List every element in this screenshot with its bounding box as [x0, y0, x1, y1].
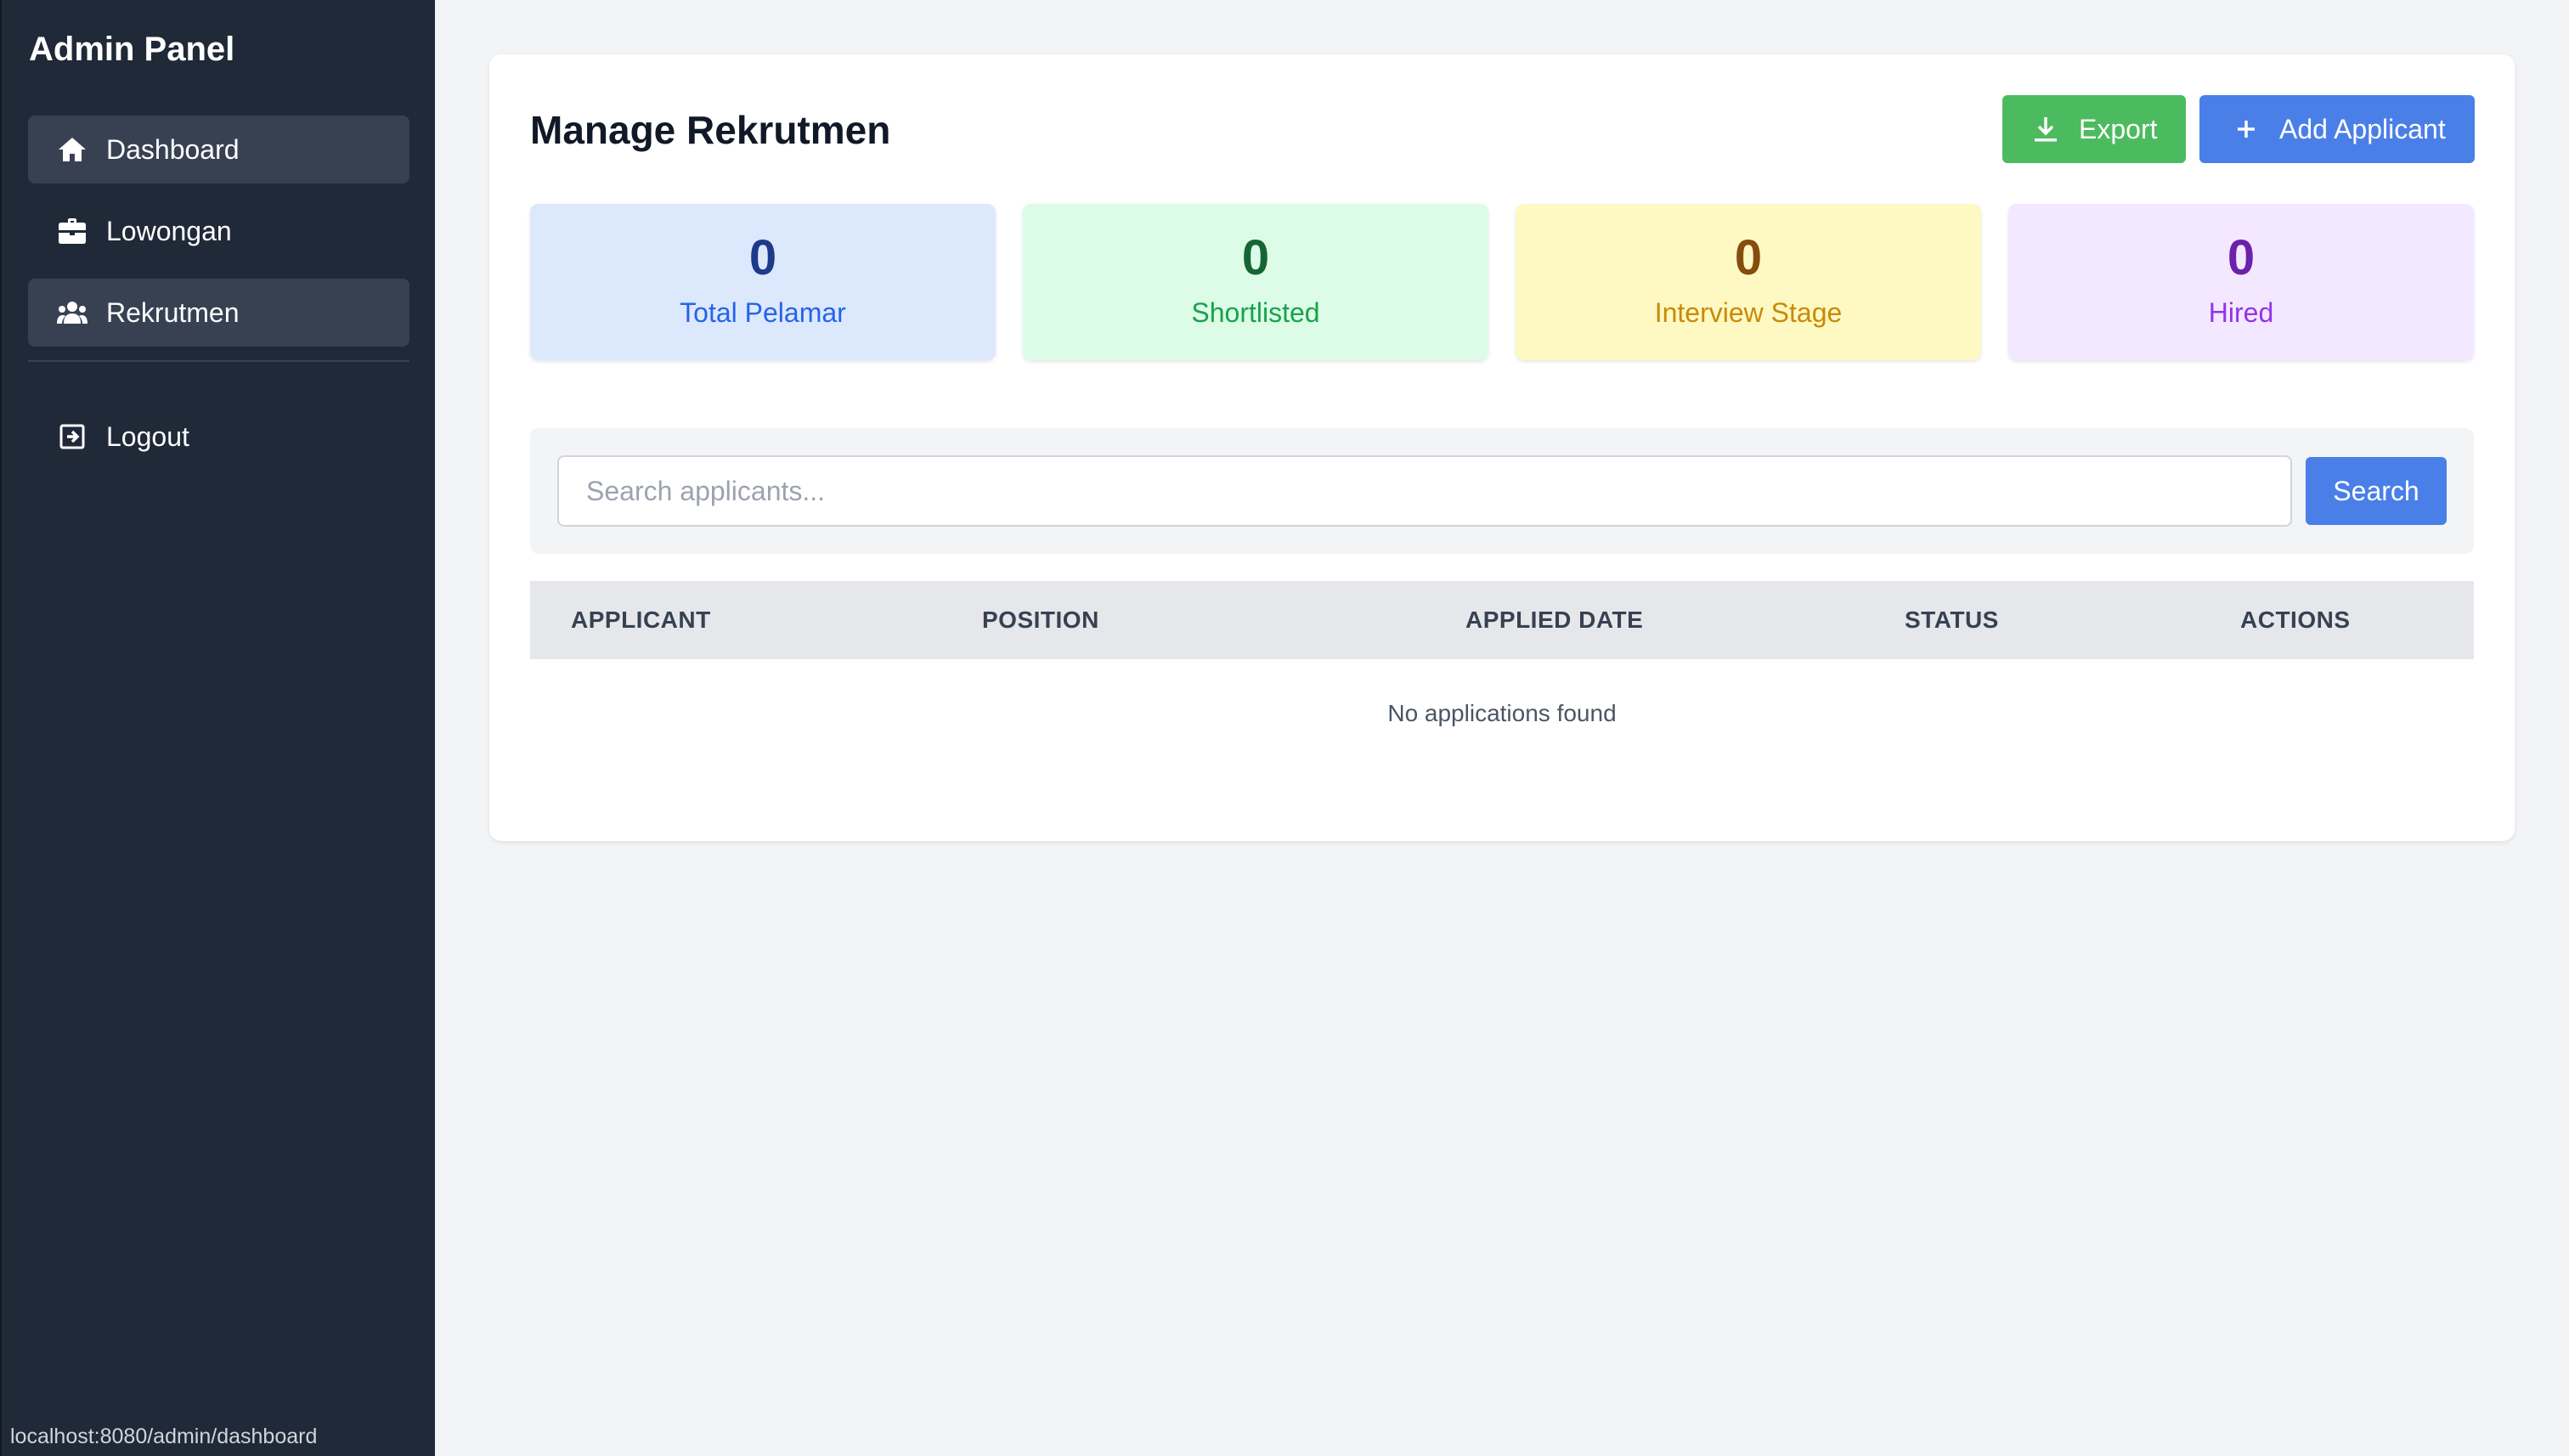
sidebar-divider [28, 360, 409, 362]
plus-icon [2233, 116, 2259, 142]
search-panel: Search [530, 428, 2474, 554]
stat-label: Hired [2208, 297, 2274, 328]
sidebar-item-label: Lowongan [106, 215, 232, 246]
add-applicant-label: Add Applicant [2279, 113, 2446, 144]
sidebar-item-label: Logout [106, 420, 189, 452]
search-input[interactable] [557, 455, 2292, 527]
stat-value: 0 [1241, 230, 1270, 285]
sidebar-title: Admin Panel [29, 31, 235, 68]
page-title: Manage Rekrutmen [530, 108, 891, 152]
sidebar-item-logout[interactable]: Logout [28, 403, 409, 471]
briefcase-icon [57, 216, 88, 246]
sidebar-item-rekrutmen[interactable]: Rekrutmen [28, 279, 409, 347]
stat-value: 0 [2227, 230, 2256, 285]
stat-card-interview-stage: 0 Interview Stage [1516, 204, 1981, 360]
sidebar-item-label: Dashboard [106, 133, 240, 165]
stat-label: Shortlisted [1191, 297, 1320, 328]
column-header-status: STATUS [1905, 607, 1999, 633]
stat-value: 0 [1734, 230, 1763, 285]
sidebar-item-lowongan[interactable]: Lowongan [28, 197, 409, 265]
stat-label: Total Pelamar [680, 297, 846, 328]
export-label: Export [2079, 113, 2158, 144]
column-header-applied-date: APPLIED DATE [1465, 607, 1644, 633]
add-applicant-button[interactable]: Add Applicant [2199, 95, 2475, 163]
stat-card-shortlisted: 0 Shortlisted [1023, 204, 1488, 360]
stat-card-total-pelamar: 0 Total Pelamar [530, 204, 996, 360]
stat-label: Interview Stage [1654, 297, 1843, 328]
main-card: Manage Rekrutmen Export Add Applicant 0 … [489, 54, 2515, 841]
empty-table-message: No applications found [1387, 700, 1617, 726]
search-button[interactable]: Search [2306, 457, 2447, 525]
sidebar: Admin Panel Dashboard Lowongan Rekrutmen… [0, 0, 435, 1456]
stat-card-hired: 0 Hired [2008, 204, 2474, 360]
home-icon [57, 134, 88, 165]
column-header-actions: ACTIONS [2240, 607, 2351, 633]
column-header-applicant: APPLICANT [571, 607, 711, 633]
column-header-position: POSITION [982, 607, 1099, 633]
logout-icon [57, 421, 88, 452]
sidebar-item-dashboard[interactable]: Dashboard [28, 116, 409, 183]
sidebar-item-label: Rekrutmen [106, 296, 240, 328]
table-header: APPLICANT POSITION APPLIED DATE STATUS A… [530, 581, 2474, 659]
users-icon [57, 297, 88, 328]
stat-value: 0 [748, 230, 777, 285]
export-button[interactable]: Export [2002, 95, 2186, 163]
status-url: localhost:8080/admin/dashboard [2, 1417, 331, 1456]
download-icon [2033, 116, 2058, 142]
